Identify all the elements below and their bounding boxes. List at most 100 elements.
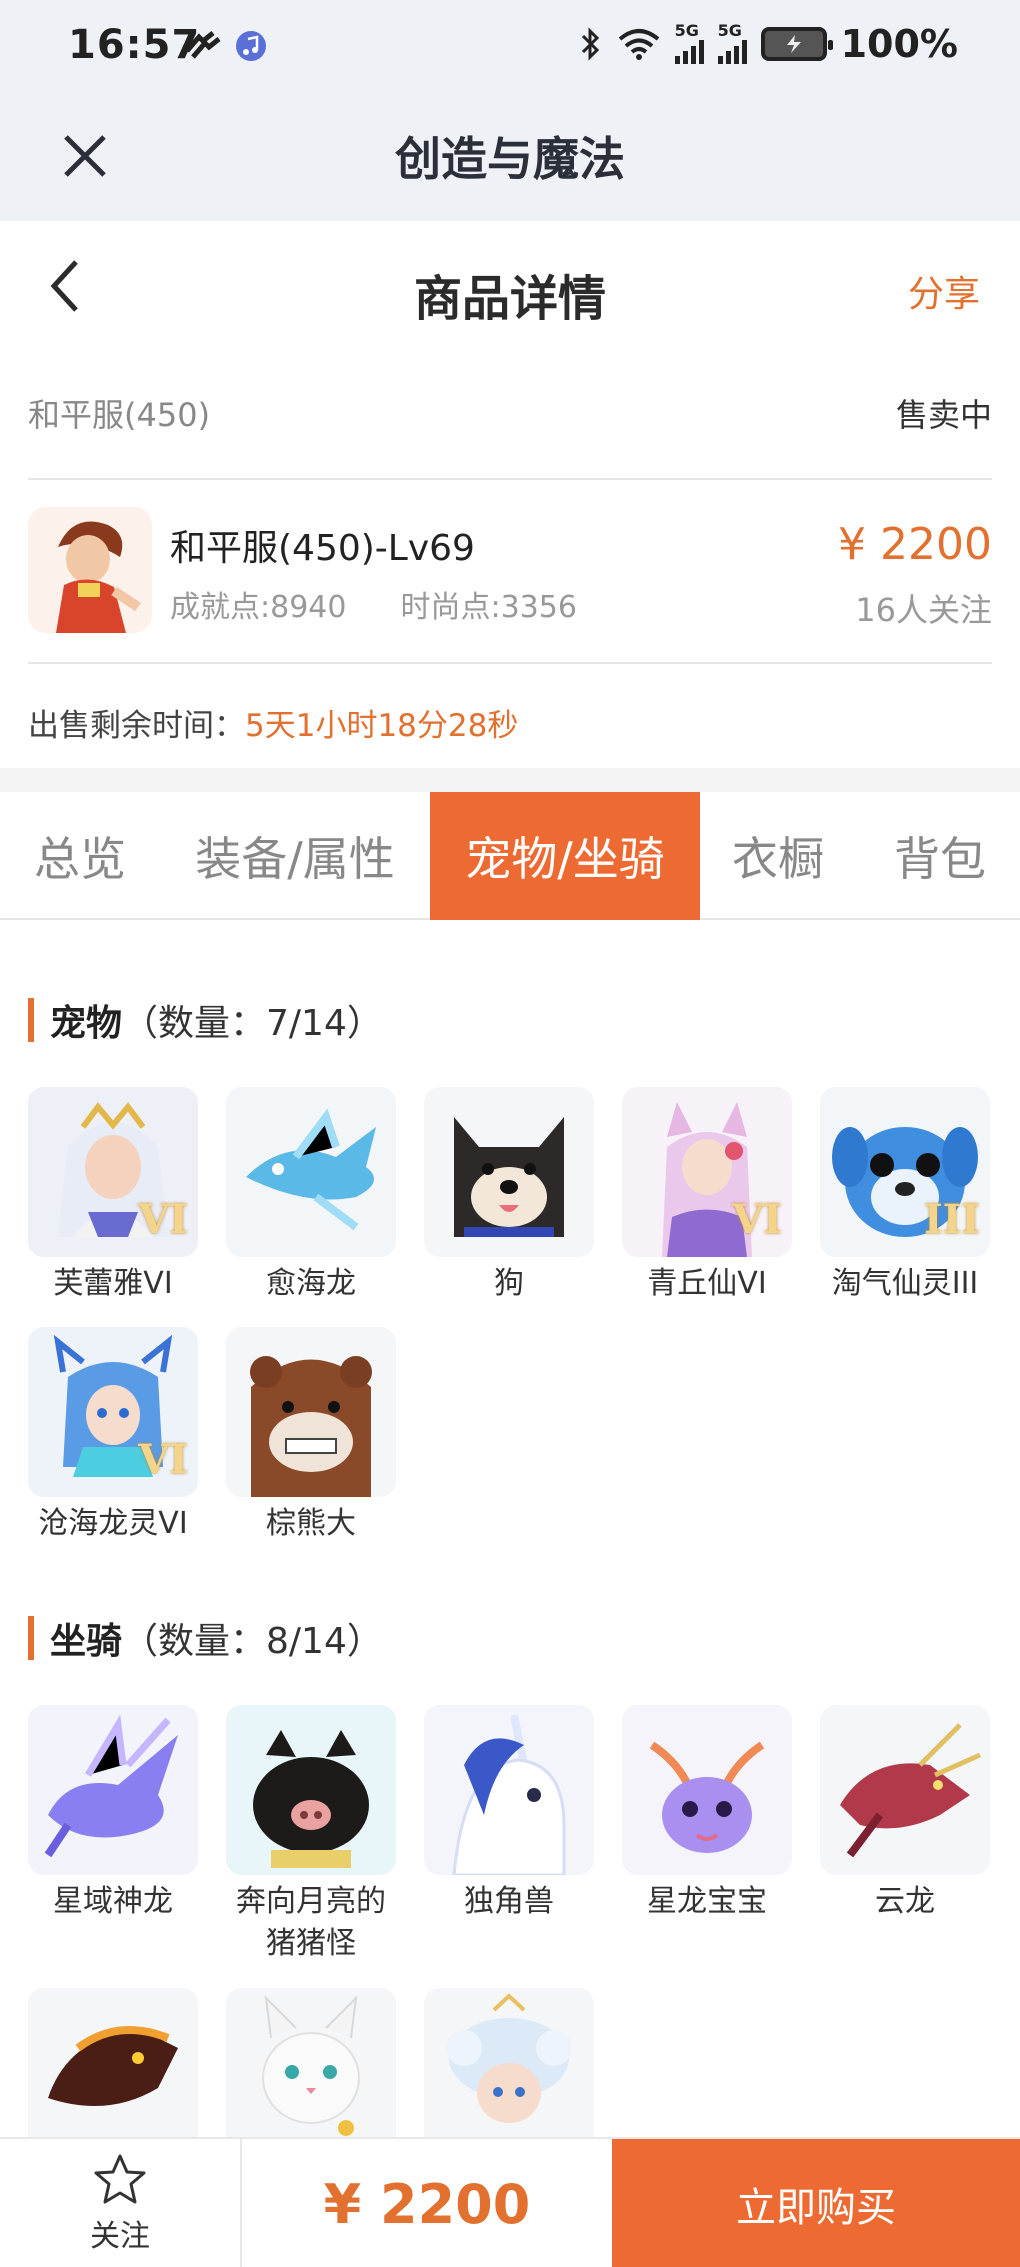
signal-5g-1: 5G: [674, 21, 704, 64]
mount-item[interactable]: 星域神龙: [28, 1705, 198, 1923]
page-title: 商品详情: [413, 271, 606, 327]
pet-name: 青丘仙VI: [647, 1266, 767, 1301]
mount-thumbnail: [622, 1705, 792, 1875]
mount-name: 奔向月亮的猪猪怪: [236, 1884, 386, 1961]
mount-name: 独角兽: [464, 1884, 554, 1919]
pet-thumbnail: VI: [28, 1087, 198, 1257]
achievement-points: 成就点:8940: [170, 590, 347, 625]
mount-thumbnail: [226, 1988, 396, 2137]
mount-name: 云龙: [875, 1884, 935, 1919]
page-nav: 商品详情 分享: [0, 221, 1020, 351]
mount-thumbnail: [424, 1705, 594, 1875]
item-summary: 和平服(450)-Lv69 成就点:8940 时尚点:3356 ¥ 2200 16…: [28, 507, 992, 637]
pet-name: 淘气仙灵III: [831, 1266, 979, 1301]
pet-thumbnail: [226, 1087, 396, 1257]
remaining-time: 出售剩余时间：5天1小时18分28秒: [28, 700, 518, 745]
section-spacer: [0, 768, 1020, 792]
remaining-time-value: 5天1小时18分28秒: [245, 708, 519, 744]
rank-badge: VI: [138, 1436, 188, 1483]
tab-bar: 总览 装备/属性 宠物/坐骑 衣橱 背包: [0, 792, 1020, 920]
fashion-points: 时尚点:3356: [400, 590, 577, 625]
mount-item[interactable]: 奔向月亮的猪猪怪: [226, 1705, 396, 1965]
item-stats: 成就点:8940 时尚点:3356: [170, 582, 631, 626]
mount-name: 星域神龙: [53, 1884, 173, 1919]
mount-item[interactable]: [226, 1988, 396, 2137]
server-name: 和平服(450): [28, 396, 211, 434]
app-header: 创造与魔法: [0, 95, 1020, 221]
character-avatar: [28, 507, 152, 633]
signal-bars-icon: [674, 38, 704, 64]
mounts-section-title: 坐骑 （数量：8/14）: [28, 1612, 383, 1664]
pet-thumbnail: [226, 1327, 396, 1497]
section-marker: [28, 1616, 34, 1660]
mount-thumbnail: [820, 1705, 990, 1875]
rank-badge: VI: [732, 1196, 782, 1243]
tab-pets-mounts[interactable]: 宠物/坐骑: [430, 792, 700, 920]
divider: [28, 478, 992, 480]
signal-5g-2: 5G: [717, 21, 747, 64]
star-icon: [94, 2154, 146, 2204]
pet-item[interactable]: VI 青丘仙VI: [622, 1087, 792, 1305]
divider: [28, 662, 992, 664]
pet-thumbnail: VI: [28, 1327, 198, 1497]
pet-thumbnail: [424, 1087, 594, 1257]
pet-item[interactable]: III 淘气仙灵III: [820, 1087, 990, 1305]
tab-overview[interactable]: 总览: [0, 792, 160, 920]
app-title: 创造与魔法: [395, 132, 625, 186]
pet-item[interactable]: VI 芙蕾雅VI: [28, 1087, 198, 1305]
bluetooth-icon: [581, 27, 599, 61]
sale-status: 售卖中: [895, 396, 992, 434]
pets-title: 宠物: [50, 1003, 123, 1044]
network-type-label: 5G: [674, 21, 699, 40]
pets-count: （数量：7/14）: [122, 1003, 383, 1044]
pet-name: 狗: [494, 1266, 524, 1301]
mount-item[interactable]: [28, 1988, 198, 2137]
mount-thumbnail: [28, 1705, 198, 1875]
pet-name: 沧海龙灵VI: [38, 1506, 188, 1541]
network-type-label: 5G: [717, 21, 742, 40]
pet-thumbnail: III: [820, 1087, 990, 1257]
share-button[interactable]: 分享: [908, 265, 980, 317]
watcher-count: 16人关注: [855, 591, 992, 629]
tab-backpack[interactable]: 背包: [860, 792, 1020, 920]
item-name: 和平服(450)-Lv69: [170, 528, 475, 569]
mount-thumbnail: [424, 1988, 594, 2137]
section-marker: [28, 998, 34, 1042]
follow-button[interactable]: 关注: [0, 2139, 242, 2267]
status-time: 16:57: [68, 22, 201, 68]
item-price: ¥ 2200: [838, 519, 992, 570]
server-row: 和平服(450) 售卖中: [28, 390, 992, 436]
remaining-time-label: 出售剩余时间：: [28, 708, 245, 744]
pet-name: 愈海龙: [266, 1266, 356, 1301]
mount-thumbnail: [28, 1988, 198, 2137]
mount-name: 星龙宝宝: [647, 1884, 767, 1919]
status-notification-icons: [185, 30, 267, 62]
battery-icon: [760, 27, 833, 61]
pet-item[interactable]: 狗: [424, 1087, 594, 1305]
pets-section-title: 宠物 （数量：7/14）: [28, 994, 383, 1046]
app-notification-icon: [185, 31, 221, 59]
follow-label: 关注: [90, 2219, 150, 2254]
pet-name: 棕熊大: [266, 1506, 356, 1541]
battery-percent: 100%: [840, 22, 958, 66]
pet-item[interactable]: VI 沧海龙灵VI: [28, 1327, 198, 1545]
mount-item[interactable]: 云龙: [820, 1705, 990, 1923]
pet-name: 芙蕾雅VI: [53, 1266, 173, 1301]
mount-thumbnail: [226, 1705, 396, 1875]
bottom-action-bar: 关注 ¥ 2200 立即购买: [0, 2137, 1020, 2267]
pet-item[interactable]: 棕熊大: [226, 1327, 396, 1545]
mounts-count: （数量：8/14）: [122, 1621, 383, 1662]
status-system-icons: 5G 5G 100%: [579, 22, 958, 66]
mount-item[interactable]: 独角兽: [424, 1705, 594, 1923]
buy-now-button[interactable]: 立即购买: [612, 2139, 1020, 2267]
pet-thumbnail: VI: [622, 1087, 792, 1257]
music-icon: [236, 31, 266, 61]
wifi-icon: [618, 29, 659, 60]
tab-equipment[interactable]: 装备/属性: [170, 792, 420, 920]
bottom-price: ¥ 2200: [323, 2172, 531, 2236]
pet-item[interactable]: 愈海龙: [226, 1087, 396, 1305]
mount-item[interactable]: [424, 1988, 594, 2137]
tab-wardrobe[interactable]: 衣橱: [708, 792, 848, 920]
mounts-title: 坐骑: [50, 1621, 123, 1662]
mount-item[interactable]: 星龙宝宝: [622, 1705, 792, 1923]
